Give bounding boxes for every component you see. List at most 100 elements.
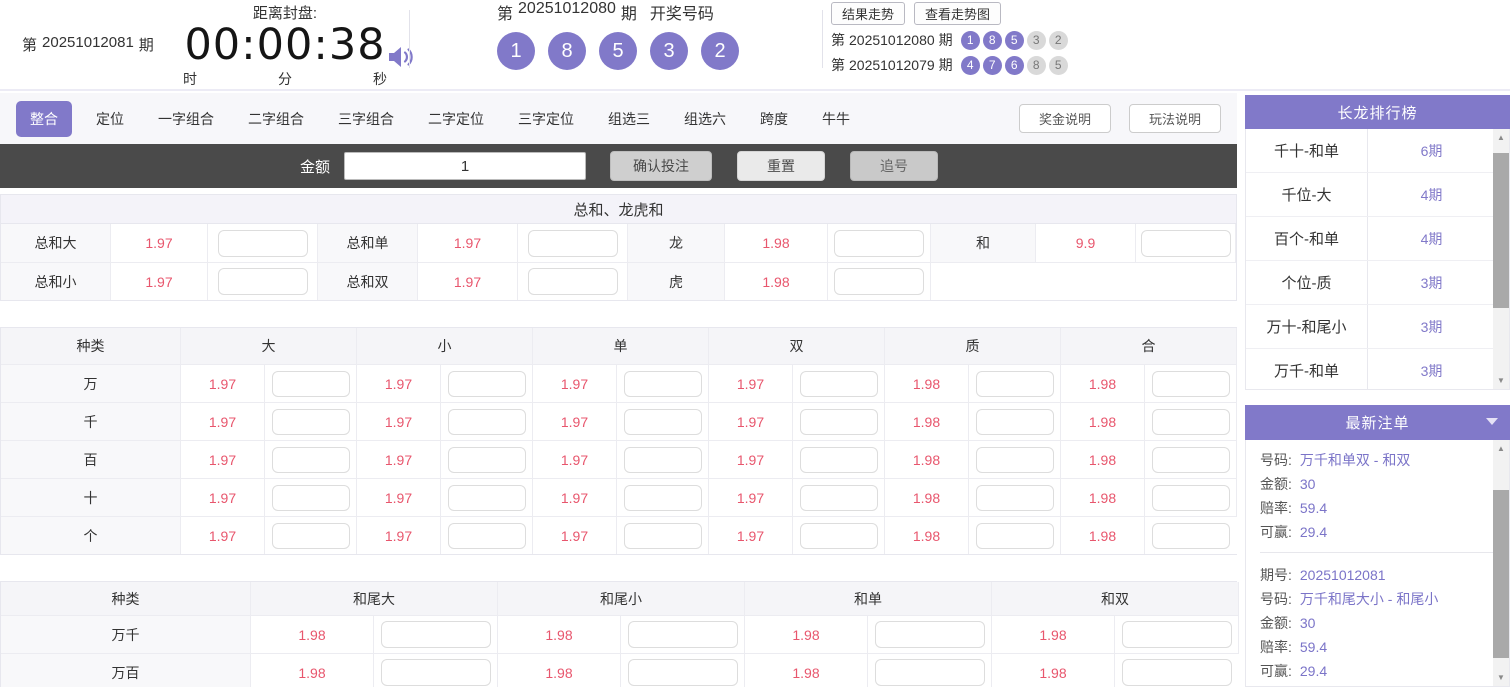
reset-button[interactable]: 重置 bbox=[737, 151, 826, 181]
bet-amount-input[interactable] bbox=[271, 446, 350, 473]
issue-suffix: 期 bbox=[138, 37, 154, 54]
bet-amount-input[interactable] bbox=[1140, 229, 1231, 257]
tab-kuadu[interactable]: 跨度 bbox=[760, 109, 788, 129]
bet-amount-input[interactable] bbox=[217, 229, 308, 257]
tab-sanzi-zuhe[interactable]: 三字组合 bbox=[338, 109, 394, 129]
tab-erzi-zuhe[interactable]: 二字组合 bbox=[248, 109, 304, 129]
bet-amount-input[interactable] bbox=[975, 370, 1054, 397]
bet-amount-input[interactable] bbox=[874, 621, 985, 648]
bet-amount-input[interactable] bbox=[975, 484, 1054, 511]
bet-amount-input[interactable] bbox=[975, 446, 1054, 473]
bet-amount-input[interactable] bbox=[1151, 446, 1230, 473]
bet-cell bbox=[969, 402, 1061, 440]
bet-amount-input[interactable] bbox=[623, 370, 702, 397]
bet-amount-input[interactable] bbox=[623, 522, 702, 549]
dragon-rank-row: 万千-和单 3期 bbox=[1246, 349, 1509, 389]
scroll-down-icon[interactable]: ▼ bbox=[1493, 669, 1509, 686]
dragon-scrollbar[interactable]: ▲ ▼ bbox=[1493, 129, 1509, 389]
amount-input[interactable] bbox=[344, 152, 587, 180]
scroll-up-icon[interactable]: ▲ bbox=[1493, 129, 1509, 146]
scrollbar-thumb[interactable] bbox=[1493, 153, 1509, 308]
bet-amount-input[interactable] bbox=[834, 229, 924, 257]
play-rules-button[interactable]: 玩法说明 bbox=[1129, 104, 1221, 133]
bet-amount-input[interactable] bbox=[1152, 522, 1230, 549]
odds-value: 1.98 bbox=[725, 262, 828, 300]
draw-ball: 2 bbox=[701, 32, 739, 70]
history-ball: 8 bbox=[982, 30, 1002, 50]
bet-amount-input[interactable] bbox=[527, 229, 618, 257]
tab-zuxuan-liu[interactable]: 组选六 bbox=[684, 109, 726, 129]
odds-value: 1.97 bbox=[533, 516, 617, 554]
confirm-bet-button[interactable]: 确认投注 bbox=[610, 151, 713, 181]
bet-amount-input[interactable] bbox=[627, 659, 738, 686]
bet-amount-input[interactable] bbox=[627, 621, 738, 648]
dragon-name: 万千-和单 bbox=[1246, 349, 1368, 389]
prize-info-button[interactable]: 奖金说明 bbox=[1019, 104, 1111, 133]
scrollbar-thumb[interactable] bbox=[1493, 490, 1509, 658]
bet-amount-input[interactable] bbox=[1151, 408, 1230, 435]
tab-dingwei[interactable]: 定位 bbox=[96, 109, 124, 129]
bet-amount-input[interactable] bbox=[975, 522, 1054, 549]
odds-value: 1.98 bbox=[885, 516, 969, 554]
bet-amount-input[interactable] bbox=[271, 522, 350, 549]
bet-amount-input[interactable] bbox=[623, 408, 702, 435]
scroll-up-icon[interactable]: ▲ bbox=[1493, 440, 1509, 457]
bet-amount-input[interactable] bbox=[380, 621, 491, 648]
row-label: 万千 bbox=[1, 615, 251, 653]
row-label: 百 bbox=[1, 440, 181, 478]
dragon-name: 万十-和尾小 bbox=[1246, 305, 1368, 348]
bet-cell bbox=[969, 364, 1061, 402]
bet-amount-input[interactable] bbox=[623, 446, 702, 473]
bet-amount-input[interactable] bbox=[799, 370, 878, 397]
bet-amount-input[interactable] bbox=[380, 659, 491, 686]
chase-number-button[interactable]: 追号 bbox=[850, 151, 939, 181]
bet-entry: 期号: 20251012081 号码: 万千和尾大小 - 和尾小 金额: 30 赔率:… bbox=[1260, 552, 1495, 686]
bet-amount-input[interactable] bbox=[447, 484, 526, 511]
bet-amount-input[interactable] bbox=[1121, 621, 1232, 648]
bet-amount-input[interactable] bbox=[447, 408, 526, 435]
dragon-rank-list: 千十-和单 6期 千位-大 4期 百个-和单 4期 个位-质 3期 万十-和尾小 bbox=[1245, 129, 1510, 390]
bet-amount-input[interactable] bbox=[799, 522, 878, 549]
tab-yizi-zuhe[interactable]: 一字组合 bbox=[158, 109, 214, 129]
bet-amount-input[interactable] bbox=[447, 522, 526, 549]
scroll-down-icon[interactable]: ▼ bbox=[1493, 372, 1509, 389]
tab-niuniu[interactable]: 牛牛 bbox=[822, 109, 850, 129]
bet-amount-input[interactable] bbox=[271, 484, 350, 511]
result-trend-button[interactable]: 结果走势 bbox=[831, 2, 906, 25]
bet-amount-input[interactable] bbox=[799, 408, 878, 435]
bet-amount-input[interactable] bbox=[874, 659, 985, 686]
collapse-caret-icon[interactable] bbox=[1486, 418, 1498, 425]
bet-amount-input[interactable] bbox=[1122, 659, 1232, 686]
sidebar: 长龙排行榜 千十-和单 6期 千位-大 4期 百个-和单 4期 个位-质 3期 bbox=[1245, 95, 1510, 687]
bet-amount-input[interactable] bbox=[447, 370, 526, 397]
bet-amount-input[interactable] bbox=[975, 408, 1054, 435]
tab-sanzi-dingwei[interactable]: 三字定位 bbox=[518, 109, 574, 129]
history-ball: 5 bbox=[1048, 55, 1068, 75]
bet-amount-input[interactable] bbox=[1151, 484, 1230, 511]
tab-zuxuan-san[interactable]: 组选三 bbox=[608, 109, 650, 129]
odds-value: 1.97 bbox=[181, 364, 265, 402]
view-trend-chart-button[interactable]: 查看走势图 bbox=[914, 2, 1002, 25]
bet-cell bbox=[1145, 440, 1237, 478]
tab-zhenghe[interactable]: 整合 bbox=[16, 100, 72, 137]
bet-amount-input[interactable] bbox=[527, 268, 618, 295]
bet-amount-input[interactable] bbox=[447, 446, 526, 473]
dragon-name: 千位-大 bbox=[1246, 173, 1368, 216]
odds-value: 1.97 bbox=[418, 224, 518, 262]
dragon-rank-panel: 长龙排行榜 千十-和单 6期 千位-大 4期 百个-和单 4期 个位-质 3期 bbox=[1245, 95, 1510, 390]
bet-amount-input[interactable] bbox=[623, 484, 702, 511]
bet-amount-input[interactable] bbox=[799, 484, 878, 511]
tab-erzi-dingwei[interactable]: 二字定位 bbox=[428, 109, 484, 129]
bet-amount-input[interactable] bbox=[217, 268, 308, 295]
main-content: 整合 定位 一字组合 二字组合 三字组合 二字定位 三字定位 组选三 组选六 跨… bbox=[0, 93, 1239, 687]
bet-amount-input[interactable] bbox=[834, 268, 924, 295]
latest-bets-scrollbar[interactable]: ▲ ▼ bbox=[1493, 440, 1509, 686]
col-header: 合 bbox=[1061, 328, 1237, 364]
bet-amount-input[interactable] bbox=[799, 446, 878, 473]
bet-amount-input[interactable] bbox=[271, 370, 350, 397]
odds-value: 1.97 bbox=[357, 516, 441, 554]
bet-amount-input[interactable] bbox=[271, 408, 350, 435]
bet-amount-input[interactable] bbox=[1151, 370, 1230, 397]
odds-value: 1.97 bbox=[709, 364, 793, 402]
draw-title-label: 开奖号码 bbox=[649, 6, 714, 23]
